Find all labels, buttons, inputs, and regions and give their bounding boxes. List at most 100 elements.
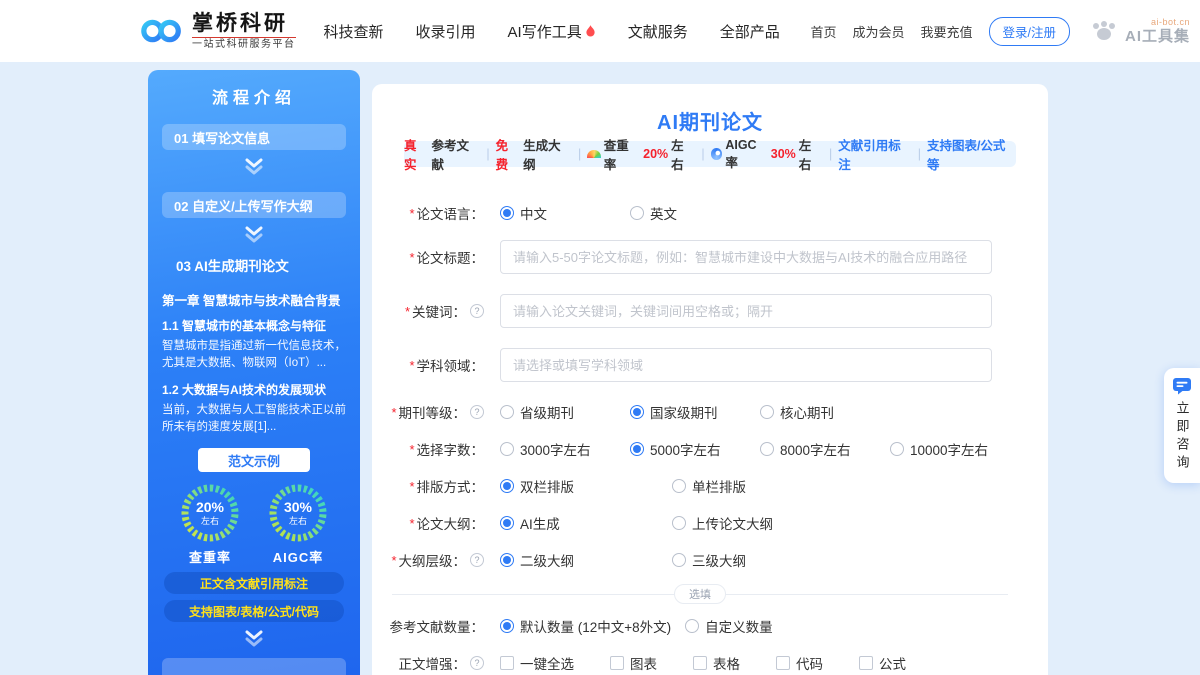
required-mark: * (409, 250, 414, 265)
radio-control[interactable] (630, 206, 644, 220)
hot-flame-icon (585, 25, 596, 38)
nav-item-all-products[interactable]: 全部产品 (720, 21, 780, 42)
radio-control[interactable] (672, 516, 686, 530)
consult-widget[interactable]: 立即咨询 (1164, 368, 1200, 483)
checkbox-option[interactable]: 公式 (859, 653, 906, 673)
radio-option[interactable]: 10000字左右 (890, 439, 1020, 459)
metric-gauges: 20% 左右 查重率 30% 左右 AIGC率 (148, 482, 360, 566)
radio-control[interactable] (685, 619, 699, 633)
outline-radio-group: AI生成上传论文大纲 (500, 513, 844, 533)
checkbox-option[interactable]: 表格 (693, 653, 740, 673)
help-icon[interactable]: ? (470, 656, 484, 670)
link-become-member[interactable]: 成为会员 (852, 22, 904, 41)
radio-control[interactable] (760, 405, 774, 419)
field-label: *论文标题： (372, 247, 484, 267)
nav-item-tech-novelty[interactable]: 科技查新 (324, 21, 384, 42)
infinity-logo-icon (140, 18, 184, 44)
layout-radio-group: 双栏排版单栏排版 (500, 476, 844, 496)
nav-item-citation-index[interactable]: 收录引用 (416, 21, 476, 42)
feature-tag-citation[interactable]: 正文含文献引用标注 (164, 572, 344, 594)
link-recharge[interactable]: 我要充值 (920, 22, 972, 41)
option-label: 英文 (650, 203, 677, 223)
radio-control[interactable] (500, 442, 514, 456)
radio-control[interactable] (890, 442, 904, 456)
checkbox-control[interactable] (610, 656, 624, 670)
radio-option[interactable]: 单栏排版 (672, 476, 844, 496)
radio-option[interactable]: 三级大纲 (672, 550, 844, 570)
enhance-checkbox-group: 一键全选 图表 表格 代码 公式 (500, 653, 942, 673)
link-home[interactable]: 首页 (810, 22, 836, 41)
feature-text: 左右 (671, 135, 695, 173)
radio-control[interactable] (500, 553, 514, 567)
radio-option[interactable]: 二级大纲 (500, 550, 672, 570)
radio-control[interactable] (630, 442, 644, 456)
radio-option[interactable]: 8000字左右 (760, 439, 890, 459)
keywords-input[interactable] (500, 294, 992, 328)
radio-control[interactable] (672, 479, 686, 493)
radio-control[interactable] (500, 619, 514, 633)
feature-item: AIGC率30% 左右 (711, 135, 823, 173)
optional-toggle[interactable]: 选填 (674, 584, 726, 604)
help-icon[interactable]: ? (470, 304, 484, 318)
option-label: 国家级期刊 (650, 402, 718, 422)
radio-control[interactable] (500, 206, 514, 220)
field-label: 参考文献数量： (372, 616, 484, 636)
radio-option[interactable]: 5000字左右 (630, 439, 760, 459)
required-mark: * (391, 405, 396, 420)
step-3-ai-generate[interactable]: 03 AI生成期刊论文 (162, 252, 346, 278)
feature-tag-charts[interactable]: 支持图表/表格/公式/代码 (164, 600, 344, 622)
partner-logo[interactable]: ai-bot.cn AI工具集 (1090, 18, 1190, 44)
radio-control[interactable] (672, 553, 686, 567)
radio-option[interactable]: 英文 (630, 203, 760, 223)
subject-field-input[interactable] (500, 348, 992, 382)
help-icon[interactable]: ? (470, 405, 484, 419)
form-row-outline-level: *大纲层级：? 二级大纲三级大纲 (372, 550, 1048, 570)
radio-option[interactable]: 自定义数量 (685, 616, 773, 636)
nav-item-literature-service[interactable]: 文献服务 (628, 21, 688, 42)
checkbox-control[interactable] (500, 656, 514, 670)
feature-item: 文献引用标注 (838, 135, 911, 173)
checkbox-control[interactable] (693, 656, 707, 670)
required-mark: * (409, 358, 414, 373)
radio-option[interactable]: 双栏排版 (500, 476, 672, 496)
option-label: 三级大纲 (692, 550, 746, 570)
radio-control[interactable] (500, 405, 514, 419)
radio-option[interactable]: 国家级期刊 (630, 402, 760, 422)
feature-text: 文献引用标注 (838, 135, 911, 173)
paper-title-input[interactable] (500, 240, 992, 274)
svg-text:30%: 30% (284, 499, 313, 515)
nav-item-ai-writing-tools[interactable]: AI写作工具 (508, 21, 596, 42)
radio-control[interactable] (500, 479, 514, 493)
outline-level-radio-group: 二级大纲三级大纲 (500, 550, 844, 570)
login-register-button[interactable]: 登录/注册 (989, 17, 1070, 46)
feature-separator: | (701, 147, 704, 161)
checkbox-option[interactable]: 代码 (776, 653, 823, 673)
brand-logo[interactable]: 掌桥科研 一站式科研服务平台 (140, 13, 296, 50)
gauge-ring-icon: 20% 左右 (179, 482, 241, 544)
feature-text: 免费 (496, 135, 520, 173)
radio-option[interactable]: 中文 (500, 203, 630, 223)
checkbox-control[interactable] (859, 656, 873, 670)
step-4-partial[interactable] (162, 658, 346, 675)
radio-control[interactable] (760, 442, 774, 456)
option-label: 默认数量 (12中文+8外文) (520, 616, 671, 636)
checkbox-option[interactable]: 一键全选 (500, 653, 574, 673)
radio-option[interactable]: AI生成 (500, 513, 672, 533)
checkbox-control[interactable] (776, 656, 790, 670)
radio-option[interactable]: 省级期刊 (500, 402, 630, 422)
main-nav: 科技查新 收录引用 AI写作工具 文献服务 全部产品 (324, 21, 780, 42)
paper-preview: 第一章 智慧城市与技术融合背景 1.1 智慧城市的基本概念与特征 智慧城市是指通… (162, 290, 346, 436)
radio-control[interactable] (630, 405, 644, 419)
help-icon[interactable]: ? (470, 553, 484, 567)
radio-option[interactable]: 上传论文大纲 (672, 513, 844, 533)
page-root: 掌桥科研 一站式科研服务平台 科技查新 收录引用 AI写作工具 文献服务 全部产… (0, 0, 1200, 675)
checkbox-option[interactable]: 图表 (610, 653, 657, 673)
radio-option[interactable]: 默认数量 (12中文+8外文) (500, 616, 671, 636)
radio-control[interactable] (500, 516, 514, 530)
sample-paper-button[interactable]: 范文示例 (198, 448, 310, 472)
radio-option[interactable]: 核心期刊 (760, 402, 890, 422)
step-1-fill-info[interactable]: 01 填写论文信息 (162, 124, 346, 150)
step-2-custom-outline[interactable]: 02 自定义/上传写作大纲 (162, 192, 346, 218)
radio-option[interactable]: 3000字左右 (500, 439, 630, 459)
word-count-radio-group: 3000字左右5000字左右8000字左右10000字左右 (500, 439, 1020, 459)
